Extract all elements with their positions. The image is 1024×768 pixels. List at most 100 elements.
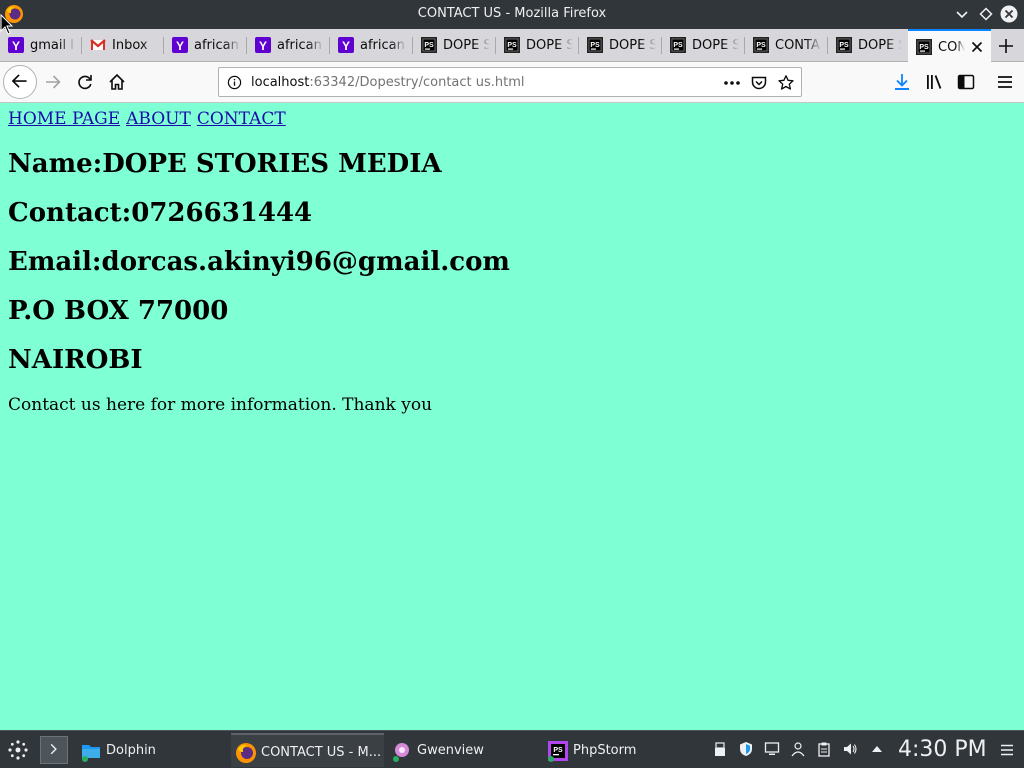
contact-name-heading: Name:DOPE STORIES MEDIA xyxy=(8,149,442,179)
page-actions-icon[interactable] xyxy=(722,74,742,92)
task-label: PhpStorm xyxy=(573,743,637,758)
tab-label: african xyxy=(277,38,322,53)
url-bar[interactable]: localhost:63342/Dopestry/contact us.html xyxy=(218,67,802,97)
tab[interactable]: PS DOPE S xyxy=(828,29,908,62)
site-info-icon[interactable] xyxy=(227,75,242,90)
minimize-icon[interactable] xyxy=(953,5,971,23)
phpstorm-icon: PS xyxy=(916,39,932,55)
tab[interactable]: Y african xyxy=(164,29,247,62)
task-label: CONTACT US - M... xyxy=(261,745,382,760)
tab[interactable]: Inbox xyxy=(82,29,164,62)
security-shield-icon[interactable] xyxy=(738,741,754,757)
new-tab-icon[interactable] xyxy=(996,36,1016,56)
url-text: localhost:63342/Dopestry/contact us.html xyxy=(251,75,525,90)
svg-text:PS: PS xyxy=(919,44,929,51)
download-icon[interactable] xyxy=(892,72,912,92)
svg-text:Y: Y xyxy=(176,39,184,53)
svg-text:Y: Y xyxy=(12,39,20,53)
volume-icon[interactable] xyxy=(842,741,858,757)
close-tab-icon[interactable] xyxy=(969,39,985,55)
page-content: HOME PAGE ABOUT CONTACT Name:DOPE STORIES … xyxy=(0,103,1024,730)
tab-label: DOPE S xyxy=(858,38,902,53)
clock[interactable]: 4:30 PM xyxy=(898,737,987,762)
task-label: Dolphin xyxy=(106,743,156,758)
phpstorm-icon: PS xyxy=(548,741,568,762)
network-icon[interactable] xyxy=(764,741,780,757)
tab-label: DOPE S xyxy=(526,38,573,53)
tab-label: CONTA xyxy=(938,40,965,55)
task-gwenview[interactable]: Gwenview xyxy=(387,733,539,767)
window-title: CONTACT US - Mozilla Firefox xyxy=(417,6,607,21)
taskbar: Dolphin CONTACT US - M... Gwenview PS Ph… xyxy=(0,730,1024,768)
site-nav: HOME PAGE ABOUT CONTACT xyxy=(8,109,292,129)
mouse-cursor-icon xyxy=(0,14,14,35)
svg-text:PS: PS xyxy=(839,42,849,49)
tab-label: DOPE S xyxy=(443,38,490,53)
sidebar-toggle-icon[interactable] xyxy=(956,72,976,92)
reload-icon[interactable] xyxy=(75,72,95,92)
panel-options-icon[interactable] xyxy=(999,742,1015,758)
svg-text:Y: Y xyxy=(342,39,350,53)
city-heading: NAIROBI xyxy=(8,345,143,375)
tab-label: african xyxy=(360,38,405,53)
tab-label: DOPE S xyxy=(609,38,656,53)
forward-arrow-icon[interactable] xyxy=(43,72,63,92)
tab-strip: Y gmail l Inbox Y african Y african Y af… xyxy=(0,29,1024,63)
url-path: :63342/Dopestry/contact us.html xyxy=(309,75,525,90)
tab[interactable]: PS CONTA xyxy=(745,29,828,62)
phpstorm-icon: PS xyxy=(836,37,852,53)
yahoo-icon: Y xyxy=(255,37,271,53)
svg-text:PS: PS xyxy=(673,42,683,49)
maximize-icon[interactable] xyxy=(977,5,995,23)
tab[interactable]: PS DOPE S xyxy=(579,29,662,62)
gmail-icon xyxy=(90,39,106,50)
nav-link-contact[interactable]: CONTACT xyxy=(197,109,286,129)
tab-label: Inbox xyxy=(112,38,148,53)
home-icon[interactable] xyxy=(107,72,127,92)
application-launcher-icon[interactable] xyxy=(6,738,30,762)
contact-email-heading: Email:dorcas.akinyi96@gmail.com xyxy=(8,247,510,277)
user-switch-icon[interactable] xyxy=(790,741,806,757)
tab[interactable]: Y african xyxy=(247,29,330,62)
back-button[interactable] xyxy=(3,65,37,99)
po-box-heading: P.O BOX 77000 xyxy=(8,296,229,326)
chevron-right-icon xyxy=(50,743,57,755)
tab-label: african xyxy=(194,38,239,53)
svg-text:PS: PS xyxy=(507,42,517,49)
task-dolphin[interactable]: Dolphin xyxy=(76,733,228,767)
tray-expand-arrow-icon[interactable] xyxy=(869,741,885,757)
yahoo-icon: Y xyxy=(338,37,354,53)
bookmark-star-icon[interactable] xyxy=(777,74,795,92)
tab-label: gmail l xyxy=(30,38,74,53)
phpstorm-icon: PS xyxy=(421,37,437,53)
tab-label: CONTA xyxy=(775,38,820,53)
clipboard-icon[interactable] xyxy=(816,741,832,757)
nav-link-about[interactable]: ABOUT xyxy=(126,109,191,129)
yahoo-icon: Y xyxy=(8,37,24,53)
pocket-icon[interactable] xyxy=(750,74,768,92)
phpstorm-icon: PS xyxy=(587,37,603,53)
svg-text:PS: PS xyxy=(424,42,434,49)
phpstorm-icon: PS xyxy=(504,37,520,53)
task-firefox[interactable]: CONTACT US - M... xyxy=(231,733,384,767)
gwenview-icon xyxy=(393,743,409,762)
tab-active[interactable]: PS CONTA xyxy=(908,29,991,63)
tab[interactable]: PS DOPE S xyxy=(413,29,496,62)
tab[interactable]: Y african xyxy=(330,29,413,62)
usb-storage-icon[interactable] xyxy=(712,741,728,757)
dolphin-icon xyxy=(82,745,100,762)
window-titlebar: CONTACT US - Mozilla Firefox xyxy=(0,0,1024,29)
nav-link-home[interactable]: HOME PAGE xyxy=(8,109,120,129)
tab[interactable]: PS DOPE S xyxy=(662,29,745,62)
phpstorm-icon: PS xyxy=(753,37,769,53)
task-label: Gwenview xyxy=(417,743,484,758)
svg-text:PS: PS xyxy=(553,747,563,754)
yahoo-icon: Y xyxy=(172,37,188,53)
navigation-toolbar: localhost:63342/Dopestry/contact us.html xyxy=(0,62,1024,103)
virtual-desktop-pager[interactable] xyxy=(40,736,68,764)
close-window-icon[interactable] xyxy=(1000,5,1018,23)
hamburger-menu-icon[interactable] xyxy=(995,72,1015,92)
task-phpstorm[interactable]: PS PhpStorm xyxy=(543,733,695,767)
library-icon[interactable] xyxy=(924,72,944,92)
tab[interactable]: PS DOPE S xyxy=(496,29,579,62)
